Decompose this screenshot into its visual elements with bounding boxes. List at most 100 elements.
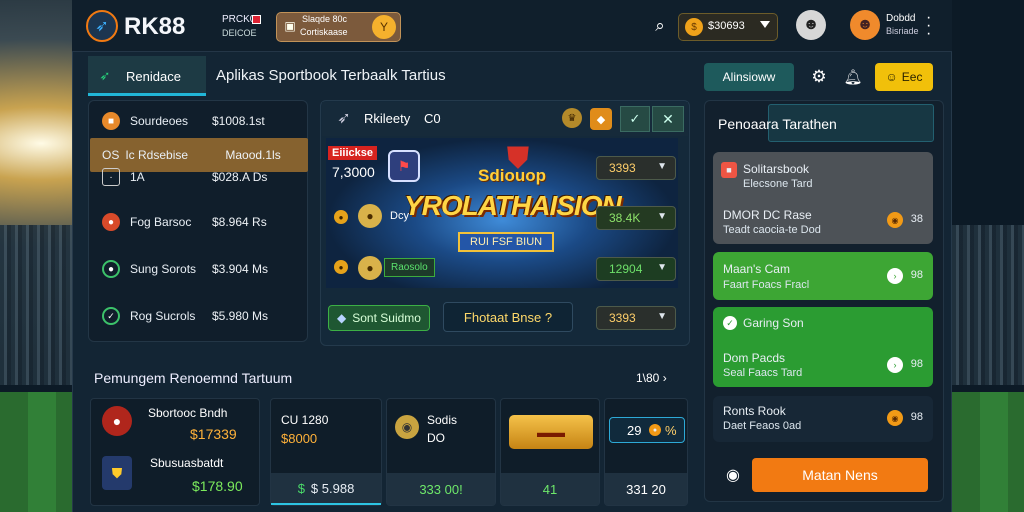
chat-icon[interactable]: ◉ — [722, 464, 744, 486]
ball-icon: ● — [102, 213, 120, 231]
flag-icon — [252, 15, 261, 24]
recent-card-d[interactable]: 29 ● % 331 20 — [604, 398, 688, 506]
bell-icon[interactable]: 🔔︎ — [842, 66, 864, 88]
confirm-icon[interactable]: ✓ — [620, 106, 650, 132]
stadium-icon: ■ — [721, 162, 737, 178]
right-card-1[interactable]: Maan's Cam Faart Foacs Fracl › 98 — [713, 252, 933, 300]
chevron-right-icon: › — [662, 371, 667, 385]
recent-title: Pemungem Renoemnd Tartuum — [94, 370, 293, 386]
cta-button[interactable]: ☺ Eec — [875, 63, 933, 91]
close-icon[interactable]: ✕ — [652, 106, 684, 132]
avatar-2[interactable]: ☻ — [850, 10, 880, 40]
coin-icon: $ — [685, 18, 703, 36]
search-icon[interactable]: ⌕ — [650, 16, 670, 36]
profile-bottom: Bisriade — [886, 26, 919, 36]
mid2-strip-label: 333 00! — [419, 481, 463, 497]
card-line-2: Teadt caocia-te Dod — [723, 224, 821, 236]
menu-kebab-icon[interactable]: · · · — [926, 10, 931, 42]
cta-icon: ☺ — [885, 70, 898, 84]
team-shield-icon: ⚑ — [388, 150, 420, 182]
small-coin-icon: ● — [334, 260, 348, 274]
team-logo-2-icon: ⛊ — [102, 456, 132, 490]
odds-1[interactable]: 38.4K ▼ — [596, 206, 676, 230]
card-line: Dom Pacds — [723, 351, 786, 365]
odds-2[interactable]: 12904 ▼ — [596, 257, 676, 281]
trophy-icon[interactable]: ♛ — [562, 108, 582, 128]
odds-value: 3393 — [609, 161, 636, 175]
recent-value-1[interactable]: $178.90 — [192, 478, 243, 494]
card-title: Ronts Rook — [723, 404, 786, 418]
diamond-icon: ◆ — [337, 311, 347, 325]
sports-item-3[interactable]: ● Fog Barsoc $8.964 Rs — [90, 205, 308, 239]
team-badge-icon: ● — [358, 204, 382, 228]
ticket-icon: ▬▬ — [509, 415, 593, 449]
card-sub: Faart Foacs Fracl — [723, 279, 810, 291]
promo-bottom-text: DEICOE — [222, 28, 257, 38]
card-num: 98 — [910, 358, 923, 370]
sports-item-4[interactable]: ● Sung Sorots $3.904 Ms — [90, 252, 308, 286]
item-name: Sung Sorots — [130, 262, 197, 276]
mid2-strip: 333 00! — [387, 473, 495, 505]
item-value: $5.980 Ms — [212, 309, 269, 323]
toggle-icon: › — [887, 268, 903, 284]
right-card-2[interactable]: ✓ Garing Son Dom Pacds Seal Faacs Tard ›… — [713, 307, 933, 387]
ball-icon: ◉ — [395, 415, 419, 439]
right-card-3[interactable]: Ronts Rook Daet Feaos 0ad ◉ 98 — [713, 396, 933, 442]
sports-item-0[interactable]: ■ Sourdeoes $1008.1st — [90, 104, 308, 138]
card-sub: Daet Feaos 0ad — [723, 420, 802, 432]
recent-card-c[interactable]: ▬▬ 41 — [500, 398, 600, 506]
recent-card-b[interactable]: ◉ Sodis DO 333 00! — [386, 398, 496, 506]
check-circle-icon: ✓ — [723, 316, 737, 330]
item-value: $8.964 Rs — [212, 215, 267, 229]
item-value: $028.A Ds — [212, 170, 268, 184]
chip-button[interactable]: ◆ Sont Suidmo — [328, 305, 430, 331]
recent-card-a[interactable]: CU 1280 $8000 $ $ 5.988 — [270, 398, 382, 506]
balance-value: $30693 — [708, 20, 745, 32]
right-card-0[interactable]: ■ Solitarsbook Elecsone Tard DMOR DC Ras… — [713, 152, 933, 244]
item-value: $1008.1st — [212, 114, 265, 128]
team-chip[interactable]: Raosolo — [384, 258, 435, 277]
settings-icon[interactable]: ⚙ — [808, 66, 830, 88]
soccer-icon: ● — [102, 260, 120, 278]
mid4-pct: % — [665, 423, 677, 438]
odds-0[interactable]: 3393 ▼ — [596, 156, 676, 180]
sports-item-5[interactable]: ✓ Rog Sucrols $5.980 Ms — [90, 299, 308, 333]
balance-dropdown-icon[interactable] — [760, 21, 770, 28]
mid4-strip: 331 20 — [605, 473, 687, 505]
avatar-1[interactable]: ☻ — [796, 10, 826, 40]
card-title: Solitarsbook — [743, 162, 810, 176]
active-tab-label: Renidace — [126, 69, 181, 84]
mid-strip-label: $ 5.988 — [310, 480, 355, 496]
mid4-top: 29 — [627, 423, 642, 438]
brand-name[interactable]: RK88 — [124, 13, 185, 41]
chip-label: Sont Suidmo — [352, 311, 421, 325]
sports-item-2[interactable]: · 1A $028.A Ds — [90, 160, 308, 194]
promo-card-top: Slaqde 80c — [302, 14, 348, 24]
card-sub: Seal Faacs Tard — [723, 367, 803, 379]
promo-card-bottom: Cortiskaase — [300, 27, 348, 37]
square-icon: · — [102, 168, 120, 186]
promo-arrow-icon: Y — [372, 15, 396, 39]
recent-name-0: Sbortooc Bndh — [148, 406, 228, 420]
mid3-strip: 41 — [501, 473, 599, 505]
odds-3[interactable]: 3393 ▼ — [596, 306, 676, 330]
primary-button[interactable]: Matan Nens — [752, 458, 928, 492]
dollar-icon: $ — [297, 480, 305, 496]
coin-icon: ◉ — [887, 212, 903, 228]
recent-value-0[interactable]: $17339 — [190, 426, 237, 442]
logo-icon[interactable]: ➶ — [86, 10, 118, 42]
mid2-top: Sodis — [427, 413, 458, 427]
bet-button[interactable]: Fhotaat Bnse ? — [443, 302, 573, 332]
mid-top: CU 1280 — [281, 413, 329, 427]
dropdown-icon: ▼ — [657, 311, 667, 322]
shield-icon[interactable]: ◆ — [590, 108, 612, 130]
item-name: Fog Barsoc — [130, 215, 192, 229]
item-value: $3.904 Ms — [212, 262, 269, 276]
tab-icon: ➶ — [99, 68, 111, 83]
odds-value: 12904 — [609, 262, 643, 276]
coin-icon: ◉ — [887, 410, 903, 426]
coin-icon: ● — [649, 424, 661, 436]
action-button[interactable]: Alinsioww — [704, 63, 794, 91]
recent-more-link[interactable]: 1\80 › — [636, 371, 667, 385]
dropdown-icon: ▼ — [657, 161, 667, 172]
